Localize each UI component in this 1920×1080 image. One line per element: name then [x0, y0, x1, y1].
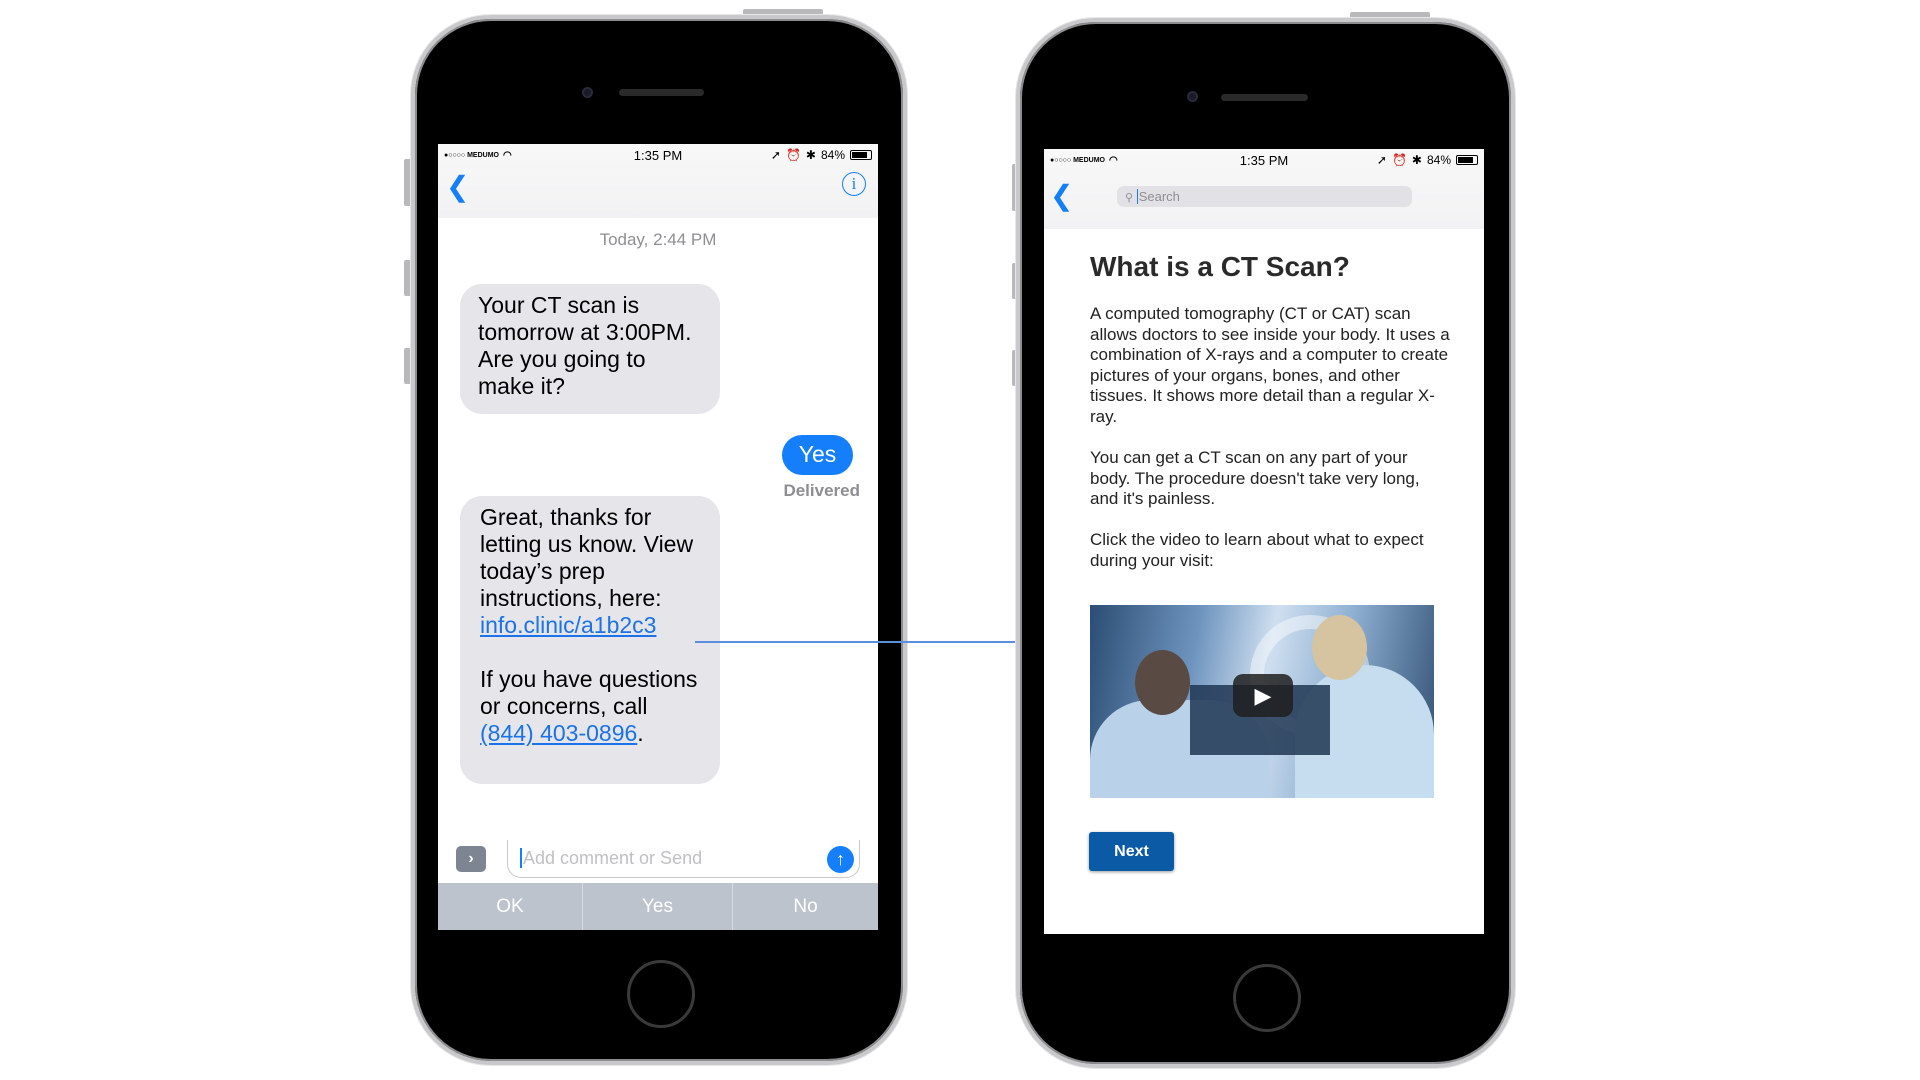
expand-chevron-icon[interactable]: ›: [456, 846, 486, 872]
article-paragraph: A computed tomography (CT or CAT) scan a…: [1090, 304, 1450, 426]
status-bar: ●○○○○ MEDUMO ◠ 1:35 PM ➚ ⏰ ✱ 84%: [438, 144, 878, 166]
wifi-icon: ◠: [502, 149, 512, 161]
speaker: [619, 89, 704, 96]
next-button[interactable]: Next: [1089, 832, 1174, 871]
quick-reply-bar: OK Yes No: [438, 883, 878, 930]
period: .: [637, 720, 644, 746]
battery-icon: [1456, 155, 1479, 165]
back-chevron-icon[interactable]: ❮: [446, 170, 469, 203]
timestamp: Today, 2:44 PM: [599, 230, 717, 249]
bluetooth-icon: ✱: [805, 148, 816, 162]
back-chevron-icon[interactable]: ❮: [1050, 179, 1073, 212]
article-screen: ●○○○○ MEDUMO ◠ 1:35 PM ➚ ⏰ ✱ 84% ❮ ⚲ Search …: [1044, 149, 1484, 934]
battery-percent: 84%: [1426, 153, 1452, 167]
home-button[interactable]: [1233, 964, 1301, 1032]
wifi-icon: ◠: [1108, 154, 1118, 166]
delivered-status: Delivered: [783, 481, 860, 500]
article-paragraph: You can get a CT scan on any part of you…: [1090, 448, 1420, 509]
battery-icon: [850, 150, 873, 160]
incoming-message: Great, thanks for letting us know. View …: [460, 496, 720, 784]
video-thumbnail[interactable]: ▶: [1090, 605, 1434, 798]
play-icon[interactable]: ▶: [1233, 674, 1293, 717]
message-text: Great, thanks for letting us know. View …: [480, 504, 694, 611]
alarm-icon: ⏰: [1391, 153, 1407, 167]
front-camera: [582, 87, 593, 98]
article-paragraph: Click the video to learn about what to e…: [1090, 530, 1424, 570]
location-icon: ➚: [1376, 153, 1387, 167]
search-placeholder: Search: [1136, 189, 1180, 204]
article-title: What is a CT Scan?: [1090, 251, 1350, 282]
input-placeholder: Add comment or Send: [520, 848, 703, 868]
send-arrow-icon[interactable]: ↑: [827, 846, 854, 873]
speaker: [1221, 94, 1308, 101]
quick-reply-yes[interactable]: Yes: [583, 883, 733, 930]
location-icon: ➚: [770, 148, 781, 162]
status-bar: ●○○○○ MEDUMO ◠ 1:35 PM ➚ ⏰ ✱ 84%: [1044, 149, 1484, 171]
message-input[interactable]: Add comment or Send: [507, 840, 860, 878]
quick-reply-ok[interactable]: OK: [438, 883, 583, 930]
incoming-message: Your CT scan is tomorrow at 3:00PM. Are …: [460, 284, 720, 414]
messages-screen: ●○○○○ MEDUMO ◠ 1:35 PM ➚ ⏰ ✱ 84% ❮ i Today, …: [438, 144, 878, 930]
search-icon: ⚲: [1125, 192, 1134, 204]
status-time: 1:35 PM: [1239, 152, 1289, 168]
front-camera: [1187, 91, 1198, 102]
home-button[interactable]: [627, 960, 695, 1028]
doctor-head: [1312, 615, 1367, 680]
prep-instructions-link[interactable]: info.clinic/a1b2c3: [480, 612, 656, 638]
outgoing-message: Yes: [782, 435, 853, 475]
message-text: If you have questions or concerns, call: [480, 666, 698, 719]
doctor-head: [1135, 650, 1190, 715]
nav-bar: ●○○○○ MEDUMO ◠ 1:35 PM ➚ ⏰ ✱ 84% ❮ ⚲ Search: [1044, 149, 1484, 229]
info-icon[interactable]: i: [842, 172, 866, 196]
bluetooth-icon: ✱: [1411, 153, 1422, 167]
phone-link[interactable]: (844) 403-0896: [480, 720, 637, 746]
message-text: Your CT scan is tomorrow at 3:00PM. Are …: [478, 292, 692, 399]
quick-reply-no[interactable]: No: [733, 883, 878, 930]
alarm-icon: ⏰: [785, 148, 801, 162]
message-text: Yes: [798, 441, 837, 467]
status-time: 1:35 PM: [633, 147, 683, 163]
carrier: ●○○○○ MEDUMO: [1050, 156, 1105, 164]
battery-percent: 84%: [820, 148, 846, 162]
search-input[interactable]: ⚲ Search: [1117, 186, 1412, 207]
carrier: ●○○○○ MEDUMO: [444, 151, 499, 159]
nav-bar: ●○○○○ MEDUMO ◠ 1:35 PM ➚ ⏰ ✱ 84% ❮ i: [438, 144, 878, 218]
